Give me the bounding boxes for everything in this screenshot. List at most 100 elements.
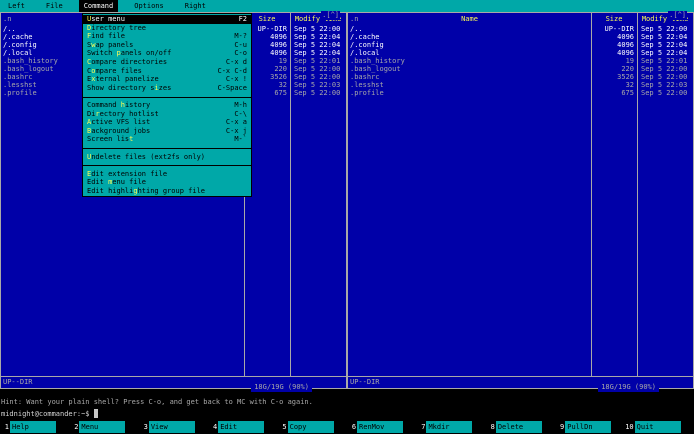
menu-item-shortcut: C-\ <box>234 109 247 118</box>
menu-item-shortcut: F2 <box>238 15 247 23</box>
menu-item-label: Undelete files (ext2fs only) <box>87 152 206 161</box>
fkey-label: View <box>148 421 195 433</box>
fkey-view[interactable]: 3 View <box>139 421 208 433</box>
file-mtime: Sep 5 22:00 <box>641 65 688 73</box>
file-row[interactable]: /.config 4096 Sep 5 22:04 <box>348 41 693 49</box>
menu-item-label: Screen list <box>87 135 134 144</box>
menu-item-compare-directories[interactable]: Compare directories C-x d <box>83 58 251 67</box>
fkey-number: 9 <box>560 423 565 431</box>
fkey-number: 3 <box>143 423 148 431</box>
menu-item-label: Edit highlighting group file <box>87 186 206 195</box>
menu-item-shortcut: C-u <box>234 40 247 49</box>
file-row[interactable]: /.cache 4096 Sep 5 22:04 <box>348 33 693 41</box>
fkey-number: 1 <box>4 423 9 431</box>
file-row[interactable]: /.. UP--DIR Sep 5 22:00 <box>348 25 693 33</box>
fkey-copy[interactable]: 5 Copy <box>278 421 347 433</box>
file-mtime: Sep 5 22:00 <box>294 25 341 33</box>
column-header-size[interactable]: Size <box>591 15 637 23</box>
menu-item-swap-panels[interactable]: Swap panels C-u <box>83 41 251 50</box>
menubar-item-command[interactable]: Command <box>78 0 119 12</box>
panel-top-marker[interactable]: .[^] <box>668 11 687 20</box>
menu-item-undelete-files-ext2fs-only[interactable]: Undelete files (ext2fs only) <box>83 153 251 162</box>
right-panel: .n Name Size Modify time/.. UP--DIR Sep 5 22:… <box>347 11 694 392</box>
hot-letter: U <box>87 152 92 161</box>
menu-item-directory-tree[interactable]: Directory tree <box>83 24 251 33</box>
file-size: UP--DIR <box>604 25 634 33</box>
fkey-label: Copy <box>287 421 334 433</box>
menubar-item-left[interactable]: Left <box>3 0 30 12</box>
menu-item-active-vfs-list[interactable]: Active VFS list C-x a <box>83 118 251 127</box>
menu-item-user-menu[interactable]: User menu F2 <box>83 15 251 24</box>
hot-letter: B <box>87 126 92 135</box>
file-row[interactable]: .profile 675 Sep 5 22:00 <box>348 89 693 97</box>
menu-item-label: Edit menu file <box>87 178 147 187</box>
fkey-edit[interactable]: 4 Edit <box>208 421 277 433</box>
menu-item-show-directory-sizes[interactable]: Show directory sizes C-Space <box>83 84 251 93</box>
hot-letter: m <box>108 178 113 187</box>
fkey-label: Mkdir <box>426 421 473 433</box>
menu-item-shortcut: C-x j <box>225 126 247 135</box>
hot-letter: D <box>87 23 92 32</box>
fkey-help[interactable]: 1 Help <box>0 421 69 433</box>
file-row[interactable]: .bashrc 3526 Sep 5 22:00 <box>348 73 693 81</box>
fkey-label: RenMov <box>357 421 404 433</box>
fkey-label: Help <box>10 421 56 433</box>
sort-indicator: .n <box>350 15 359 23</box>
file-size: 220 <box>621 65 634 73</box>
hot-letter: h <box>120 100 125 109</box>
menu-item-shortcut: M-? <box>234 32 247 41</box>
menu-item-command-history[interactable]: Command history M-h <box>83 101 251 110</box>
hot-letter: o <box>91 66 96 75</box>
file-row[interactable]: /.local 4096 Sep 5 22:04 <box>348 49 693 57</box>
panel-top-marker[interactable]: .[^] <box>321 11 340 20</box>
menu-item-switch-panels-on-off[interactable]: Switch panels on/off C-o <box>83 49 251 58</box>
command-prompt[interactable]: midnight@commander:~$ <box>1 409 694 418</box>
file-mtime: Sep 5 22:04 <box>294 41 341 49</box>
menu-item-edit-menu-file[interactable]: Edit menu file <box>83 178 251 187</box>
file-row[interactable]: .bash_history 19 Sep 5 22:01 <box>348 57 693 65</box>
fkey-number: 2 <box>74 423 79 431</box>
file-name: .profile <box>350 89 384 97</box>
menu-item-shortcut: C-o <box>234 49 247 58</box>
fkey-delete[interactable]: 8 Delete <box>486 421 555 433</box>
mc-screen: .nNameSizeModify time/..UP--DIRSep 5 22:… <box>0 0 694 434</box>
column-header-name[interactable]: .n Name <box>348 15 591 23</box>
file-size: 4096 <box>617 33 634 41</box>
menu-item-compare-files[interactable]: Compare files C-x C-d <box>83 67 251 76</box>
menubar-item-file[interactable]: File <box>41 0 68 12</box>
menu-item-directory-hotlist[interactable]: Directory hotlist C-\ <box>83 110 251 119</box>
file-row[interactable]: .bash_logout 220 Sep 5 22:00 <box>348 65 693 73</box>
file-mtime: Sep 5 22:00 <box>641 25 688 33</box>
menu-item-label: Show directory sizes <box>87 83 172 92</box>
fkey-pulldn[interactable]: 9 PullDn <box>555 421 624 433</box>
menubar-item-right[interactable]: Right <box>180 0 211 12</box>
menu-item-screen-list[interactable]: Screen list M-` <box>83 135 251 144</box>
prompt-text: midnight@commander:~$ <box>1 410 90 418</box>
fkey-renmov[interactable]: 6 RenMov <box>347 421 416 433</box>
fkey-mkdir[interactable]: 7 Mkdir <box>416 421 485 433</box>
hot-letter: w <box>91 40 96 49</box>
menu-item-label: Edit extension file <box>87 169 168 178</box>
menubar-item-options[interactable]: Options <box>129 0 169 12</box>
menu-item-label: Command history <box>87 100 151 109</box>
hot-letter: g <box>133 186 138 195</box>
file-name: .bash_history <box>350 57 405 65</box>
file-mtime: Sep 5 22:04 <box>294 49 341 57</box>
fkey-menu[interactable]: 2 Menu <box>69 421 138 433</box>
menu-item-find-file[interactable]: Find file M-? <box>83 32 251 41</box>
fkey-quit[interactable]: 10 Quit <box>625 421 694 433</box>
menu-item-background-jobs[interactable]: Background jobs C-x j <box>83 127 251 136</box>
disk-usage: 18G/19G (90%) <box>251 383 312 392</box>
hint-line: Hint: Want your plain shell? Press C-o, … <box>1 398 313 406</box>
hot-letter: p <box>116 49 121 58</box>
menu-item-shortcut: M-h <box>234 100 247 109</box>
menu-item-label: Active VFS list <box>87 118 151 127</box>
menu-item-edit-highlighting-group-file[interactable]: Edit highlighting group file <box>83 187 251 196</box>
file-row[interactable]: .lesshst 32 Sep 5 22:03 <box>348 81 693 89</box>
menu-item-external-panelize[interactable]: External panelize C-x ! <box>83 75 251 84</box>
menu-item-edit-extension-file[interactable]: Edit extension file <box>83 170 251 179</box>
fkey-number: 7 <box>421 423 426 431</box>
file-size: 32 <box>625 81 634 89</box>
menu-item-label: User menu <box>87 15 125 23</box>
menu-item-shortcut: C-x a <box>225 118 247 127</box>
